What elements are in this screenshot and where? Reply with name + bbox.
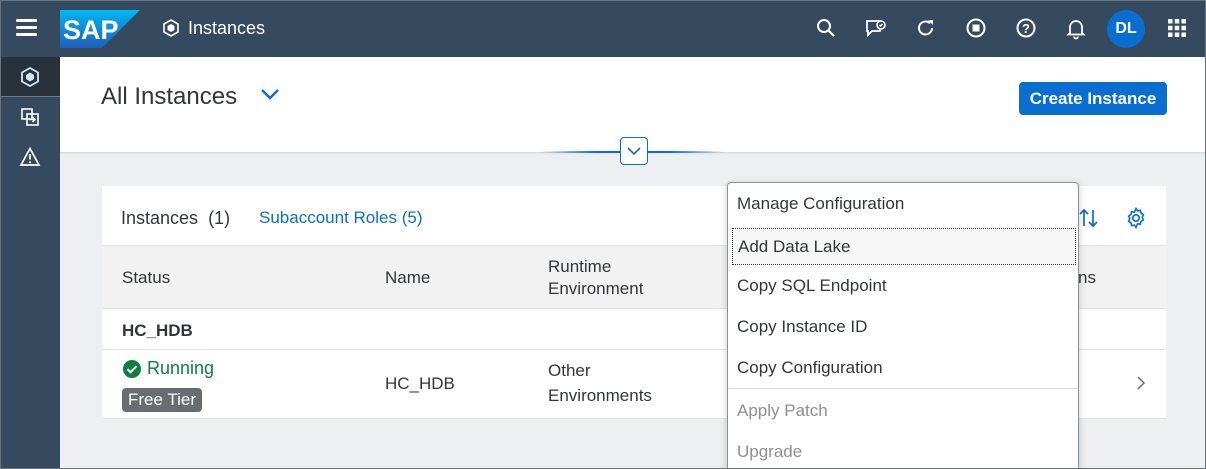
column-header-runtime-line1: Runtime <box>548 257 612 276</box>
menu-item-apply-patch: Apply Patch <box>737 401 828 420</box>
chevron-down-icon <box>627 147 641 156</box>
column-header-name[interactable]: Name <box>385 267 430 289</box>
menu-item-copy-instance-id[interactable]: Copy Instance ID <box>728 306 1078 347</box>
table-count: (1) <box>208 208 231 228</box>
subaccount-roles-link[interactable]: Subaccount Roles (5) <box>259 208 422 228</box>
sap-logo[interactable]: SAP <box>60 10 140 48</box>
menu-item-add-data-lake[interactable]: Add Data Lake <box>732 228 1076 265</box>
import-icon <box>21 108 39 126</box>
nav-item-alerts[interactable] <box>0 137 60 177</box>
search-icon[interactable] <box>814 16 838 40</box>
shell-bar: SAP Instances ? DL <box>0 0 1206 57</box>
side-navigation <box>0 57 60 469</box>
alert-icon <box>19 146 41 166</box>
page-title[interactable]: All Instances <box>101 83 237 111</box>
instances-icon <box>21 66 39 88</box>
actions-menu: Manage Configuration Add Data Lake Copy … <box>727 182 1079 469</box>
column-header-runtime[interactable]: Runtime Environment <box>548 256 643 300</box>
help-icon[interactable]: ? <box>1014 16 1038 40</box>
hamburger-menu-icon[interactable] <box>16 19 37 37</box>
menu-item-manage-configuration[interactable]: Manage Configuration <box>728 183 1078 224</box>
create-instance-button[interactable]: Create Instance <box>1019 82 1167 115</box>
success-icon <box>123 359 141 378</box>
feedback-icon[interactable] <box>864 16 888 40</box>
stop-icon[interactable] <box>964 16 988 40</box>
sort-icon[interactable] <box>1077 206 1101 230</box>
table-title: Instances (1) <box>121 208 230 229</box>
sap-logo-text: SAP <box>63 15 119 45</box>
chevron-right-icon[interactable] <box>1132 374 1150 392</box>
avatar[interactable]: DL <box>1107 10 1145 48</box>
column-header-actions[interactable]: ns <box>1078 267 1096 289</box>
menu-item-copy-configuration[interactable]: Copy Configuration <box>728 347 1078 388</box>
runtime-line2: Environments <box>548 386 652 405</box>
svg-text:?: ? <box>1022 21 1030 36</box>
runtime-line1: Other <box>548 361 591 380</box>
column-header-status[interactable]: Status <box>122 267 170 289</box>
status-text: Running <box>147 358 215 378</box>
collapse-header-button[interactable] <box>620 137 648 165</box>
refresh-icon[interactable] <box>914 16 938 40</box>
instance-name: HC_HDB <box>385 374 455 393</box>
menu-separator <box>728 388 1078 389</box>
gear-icon[interactable] <box>1124 206 1148 230</box>
bell-icon[interactable] <box>1064 16 1088 40</box>
nav-item-import[interactable] <box>0 97 60 137</box>
status-running: Running <box>122 358 214 379</box>
runtime-environment: Other Environments <box>548 358 652 408</box>
app-title[interactable]: Instances <box>188 18 265 39</box>
page-header: All Instances Create Instance <box>60 57 1206 165</box>
column-header-runtime-line2: Environment <box>548 279 644 298</box>
group-label: HC_HDB <box>122 321 193 340</box>
menu-item-copy-sql-endpoint[interactable]: Copy SQL Endpoint <box>728 265 1078 306</box>
chevron-down-icon[interactable] <box>259 83 281 105</box>
table-title-text: Instances <box>121 208 199 228</box>
nav-item-instances[interactable] <box>0 57 60 97</box>
tier-badge: Free Tier <box>122 388 203 412</box>
grid-icon[interactable] <box>1165 16 1189 40</box>
instances-icon <box>162 19 180 37</box>
menu-item-upgrade: Upgrade <box>737 442 803 461</box>
